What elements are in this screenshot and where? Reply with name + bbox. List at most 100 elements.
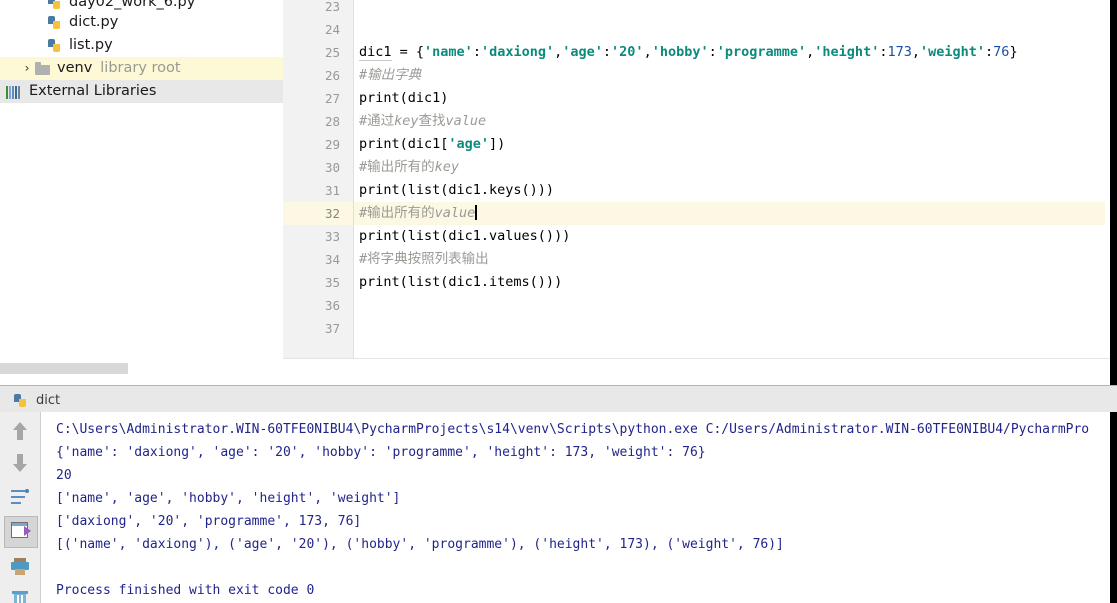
line-number[interactable]: 33 <box>300 225 340 248</box>
code-token: #输出字典 <box>359 67 422 83</box>
line-number-gutter[interactable]: 23 24 25 26 27 28 29 30 31 32 33 34 35 36 37 <box>283 0 354 358</box>
run-tab-label: dict <box>36 393 61 408</box>
code-line[interactable]: #输出所有的value <box>359 202 477 225</box>
code-line[interactable]: #通过key查找value <box>359 110 486 133</box>
code-token: , <box>643 44 652 60</box>
line-number[interactable]: 34 <box>300 248 340 271</box>
tree-item-annotation: library root <box>100 60 181 76</box>
line-number[interactable]: 36 <box>300 294 340 317</box>
line-number[interactable]: 28 <box>300 110 340 133</box>
scrollbar-thumb[interactable] <box>0 363 128 374</box>
code-token: , <box>911 44 920 60</box>
code-token: 'programme' <box>716 44 807 60</box>
code-token: : <box>708 44 717 60</box>
console-output-line: C:\Users\Administrator.WIN-60TFE0NIBU4\P… <box>56 422 1090 437</box>
run-tab-bar[interactable]: dict <box>0 385 1117 413</box>
line-number[interactable]: 25 <box>300 41 340 64</box>
code-token: dic1 <box>359 44 392 61</box>
code-token: : <box>602 44 612 60</box>
console-output-line: ['name', 'age', 'hobby', 'height', 'weig… <box>56 491 401 506</box>
trash-icon <box>12 591 28 603</box>
external-libraries-icon <box>4 84 24 100</box>
window-right-edge <box>1110 0 1117 385</box>
code-text-area[interactable]: dic1 = {'name':'daxiong','age':'20','hob… <box>354 0 1105 358</box>
project-panel-filler <box>0 375 283 385</box>
scroll-to-end-button[interactable] <box>4 516 38 548</box>
run-tab-dict[interactable]: dict <box>6 388 74 413</box>
line-number[interactable]: 37 <box>300 317 340 340</box>
scroll-down-button[interactable] <box>4 448 36 478</box>
line-number[interactable]: 24 <box>300 18 340 41</box>
console-output-line: {'name': 'daxiong', 'age': '20', 'hobby'… <box>56 445 706 460</box>
code-line[interactable]: print(list(dic1.keys())) <box>359 179 554 202</box>
python-file-icon <box>46 15 64 31</box>
code-line[interactable]: print(list(dic1.values())) <box>359 225 570 248</box>
code-token: { <box>415 44 425 60</box>
line-number[interactable]: 31 <box>300 179 340 202</box>
code-token: #通过 <box>359 113 395 129</box>
code-token: 'height' <box>814 44 880 60</box>
tree-item-label: External Libraries <box>29 83 157 99</box>
pycharm-window: day02_work_6.py dict.py list.py › venv librar… <box>0 0 1117 603</box>
print-output-button[interactable] <box>4 552 36 582</box>
run-tool-window[interactable]: dict C:\Users\Administrator.WIN-60TFE0NI… <box>0 385 1117 603</box>
scroll-to-end-icon <box>11 522 31 540</box>
chevron-right-icon[interactable]: › <box>20 57 34 80</box>
code-token: print(dic1) <box>359 90 449 106</box>
console-output-line: 20 <box>56 468 72 483</box>
folder-icon <box>34 61 52 77</box>
console-output[interactable]: C:\Users\Administrator.WIN-60TFE0NIBU4\P… <box>41 412 1110 603</box>
line-number[interactable]: 29 <box>300 133 340 156</box>
code-token: 'hobby' <box>651 44 709 60</box>
line-number[interactable]: 30 <box>300 156 340 179</box>
code-token: 'weight' <box>920 44 986 60</box>
tree-item-dict-py[interactable]: dict.py <box>0 11 283 34</box>
code-token: #输出所有的 <box>359 159 435 175</box>
code-line[interactable]: #输出所有的key <box>359 156 459 179</box>
soft-wrap-button[interactable] <box>4 482 36 512</box>
console-output-line: [('name', 'daxiong'), ('age', '20'), ('h… <box>56 537 784 552</box>
console-toolbar[interactable] <box>0 412 41 603</box>
code-token: 'age' <box>562 44 603 60</box>
soft-wrap-icon <box>11 488 29 506</box>
tree-item-venv[interactable]: › venv library root <box>0 57 283 80</box>
text-caret <box>475 205 477 220</box>
code-token: print(list(dic1.keys())) <box>359 182 555 198</box>
code-line[interactable]: print(dic1['age']) <box>359 133 505 156</box>
tree-item-list-py[interactable]: list.py <box>0 34 283 57</box>
line-number[interactable]: 35 <box>300 271 340 294</box>
code-token: 'daxiong' <box>480 44 555 60</box>
python-file-icon <box>46 0 64 11</box>
code-line[interactable]: print(list(dic1.items())) <box>359 271 562 294</box>
code-token: key <box>394 113 419 129</box>
python-file-icon <box>46 38 64 54</box>
project-tool-window[interactable]: day02_work_6.py dict.py list.py › venv librar… <box>0 0 283 385</box>
clear-all-button[interactable] <box>4 586 36 603</box>
console-output-line: ['daxiong', '20', 'programme', 173, 76] <box>56 514 362 529</box>
code-token: = <box>391 44 416 60</box>
code-line[interactable]: dic1 = {'name':'daxiong','age':'20','hob… <box>359 41 1018 64</box>
tree-item-external-libraries[interactable]: External Libraries <box>0 80 283 103</box>
tree-item-label: list.py <box>69 37 113 53</box>
code-line[interactable]: print(dic1) <box>359 87 448 110</box>
line-number[interactable]: 32 <box>300 202 340 225</box>
code-token: 'age' <box>448 136 490 152</box>
code-token: '20' <box>611 44 644 60</box>
code-token: : <box>985 44 994 60</box>
project-horizontal-scrollbar[interactable] <box>0 362 283 375</box>
line-number[interactable]: 26 <box>300 64 340 87</box>
rerun-up-arrow-button[interactable] <box>4 416 36 446</box>
code-token: 173 <box>887 44 912 60</box>
code-token: value <box>434 205 476 221</box>
code-line[interactable]: #输出字典 <box>359 64 421 87</box>
code-token: 查找 <box>418 113 446 129</box>
code-editor[interactable]: 23 24 25 26 27 28 29 30 31 32 33 34 35 36 37 dic1 = { '… <box>283 0 1111 386</box>
code-token: print(list(dic1.values())) <box>359 228 571 244</box>
code-token: } <box>1009 44 1018 60</box>
line-number[interactable]: 27 <box>300 87 340 110</box>
arrow-up-icon <box>13 422 27 440</box>
python-file-icon <box>12 393 30 409</box>
code-line[interactable]: #将字典按照列表输出 <box>359 248 489 271</box>
line-number[interactable]: 23 <box>300 0 340 18</box>
code-token: key <box>434 159 460 175</box>
